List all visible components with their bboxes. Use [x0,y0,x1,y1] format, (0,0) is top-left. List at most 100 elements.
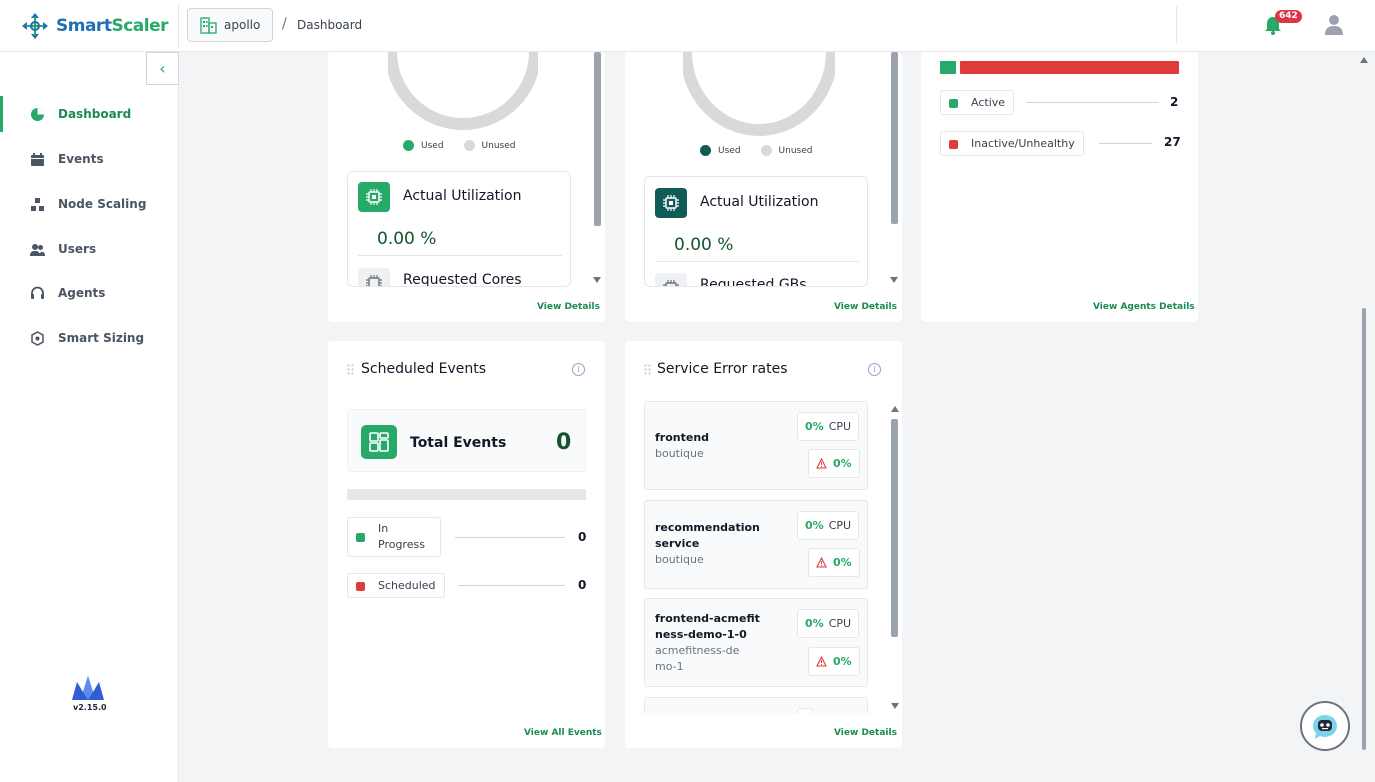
memory-donut-chart [683,52,835,136]
requested-gbs-title: Requested GBs [700,277,807,287]
status-label: Inactive/Unhealthy [971,137,1075,150]
sidebar-item-agents[interactable]: Agents [0,275,178,311]
app-logo[interactable]: SmartScaler [20,11,168,41]
logo-icon [22,13,48,39]
robot-icon [1312,714,1337,739]
error-percent: 0% [833,655,852,668]
status-label: Scheduled [378,579,436,592]
memory-chart-legend: Used Unused [700,145,812,156]
drag-handle-icon[interactable] [347,364,354,375]
page-scroll-up-icon[interactable] [1360,57,1368,63]
in-progress-count: 0 [578,530,587,544]
scroll-down-icon[interactable] [891,703,899,709]
error-percent: 0% [833,556,852,569]
view-agents-details-link[interactable]: View Agents Details [1093,302,1195,312]
agents-card: Active 2 Inactive/Unhealthy 27 View Agen… [921,52,1198,322]
chip-icon [655,273,687,286]
drag-handle-icon[interactable] [644,364,651,375]
scheduled-count: 0 [578,578,587,592]
cpu-donut-chart [388,52,538,130]
warning-icon [816,557,827,568]
inactive-status-tag[interactable]: Inactive/Unhealthy [940,131,1084,156]
info-icon[interactable]: i [572,363,585,376]
scrollbar[interactable] [594,52,601,226]
sidebar-item-dashboard[interactable]: Dashboard [0,96,178,132]
cpu-percent: 0% [805,420,824,433]
service-namespace: acmefitness-de mo-1 [655,644,740,673]
view-all-events-link[interactable]: View All Events [524,728,602,738]
sidebar-item-smart-sizing[interactable]: Smart Sizing [0,320,178,356]
cpu-chart-legend: Used Unused [403,140,515,151]
used-dot [403,140,414,151]
utilization-title: Actual Utilization [700,194,819,210]
utilization-value: 0.00 % [377,229,437,249]
sidebar-item-label: Users [58,242,97,256]
service-item[interactable] [644,697,868,713]
crown-logo-icon [72,676,104,700]
utilization-title: Actual Utilization [403,188,522,204]
user-avatar-icon[interactable] [1324,14,1344,36]
page-scrollbar[interactable] [1362,308,1366,750]
divider [1176,6,1177,44]
app-version: v2.15.0 [73,703,107,712]
scroll-down-icon[interactable] [890,277,898,283]
nodes-icon [31,197,44,211]
cpu-rate-pill: 0% CPU [797,412,860,441]
cpu-rate-pill: 0% CPU [797,609,860,638]
chip-icon [358,182,390,212]
used-dot [700,145,711,156]
in-progress-status-tag[interactable]: In Progress [347,517,441,557]
divider [178,4,179,48]
scheduled-events-card: Scheduled Events i Total Events 0 In Pro… [328,341,605,748]
active-bar-segment [940,61,956,74]
grid-icon [361,425,397,459]
users-icon [30,243,45,256]
scrollbar[interactable] [891,52,898,224]
collapse-sidebar-button[interactable]: ‹ [146,52,179,85]
service-item[interactable]: frontend boutique 0% CPU 0% [644,401,868,490]
sidebar-item-node-scaling[interactable]: Node Scaling [0,186,178,222]
sidebar-item-label: Agents [58,286,106,300]
error-rate-pill: 0% [808,647,860,676]
requested-cores-title: Requested Cores [403,272,522,287]
connector-line [1099,143,1152,144]
sidebar-item-users[interactable]: Users [0,231,178,267]
status-label: Active [971,96,1006,109]
info-icon[interactable]: i [868,363,881,376]
legend-unused-label: Unused [481,140,516,151]
service-item[interactable]: recommendation service boutique 0% CPU 0% [644,500,868,589]
brand-name-part2: Scaler [111,16,168,36]
sidebar-item-events[interactable]: Events [0,141,178,177]
legend-unused-label: Unused [778,145,813,156]
active-status-tag[interactable]: Active [940,90,1015,115]
cpu-percent: 0% [805,519,824,532]
cpu-label: CPU [828,617,852,630]
view-details-link[interactable]: View Details [834,728,897,738]
view-details-link[interactable]: View Details [834,302,897,312]
cpu-label: CPU [828,519,852,532]
building-icon [200,17,217,34]
service-name: frontend [655,431,710,444]
workspace-selector[interactable]: apollo [187,8,273,42]
status-label: In Progress [378,522,425,551]
legend-used-label: Used [421,140,444,151]
unused-dot [760,145,772,156]
memory-utilization-box: Actual Utilization 0.00 % Requested GBs [644,176,868,287]
scrollbar[interactable] [891,419,898,637]
chatbot-button[interactable] [1300,701,1350,751]
service-item[interactable]: frontend-acmefit ness-demo-1-0 acmefitne… [644,598,868,687]
active-color-swatch [949,99,958,108]
calendar-icon [31,152,44,166]
scheduled-status-tag[interactable]: Scheduled [347,573,445,598]
scroll-down-icon[interactable] [593,277,601,283]
card-title: Service Error rates [657,361,788,377]
cpu-rate-pill: 0% CPU [797,511,860,540]
total-events-box: Total Events 0 [347,409,586,472]
chip-icon [655,188,687,218]
scroll-up-icon[interactable] [891,406,899,412]
headset-icon [31,286,44,299]
connector-line [458,585,565,586]
view-details-link[interactable]: View Details [537,302,600,312]
connector-line [1026,102,1159,103]
error-rate-pill: 0% [808,548,860,577]
